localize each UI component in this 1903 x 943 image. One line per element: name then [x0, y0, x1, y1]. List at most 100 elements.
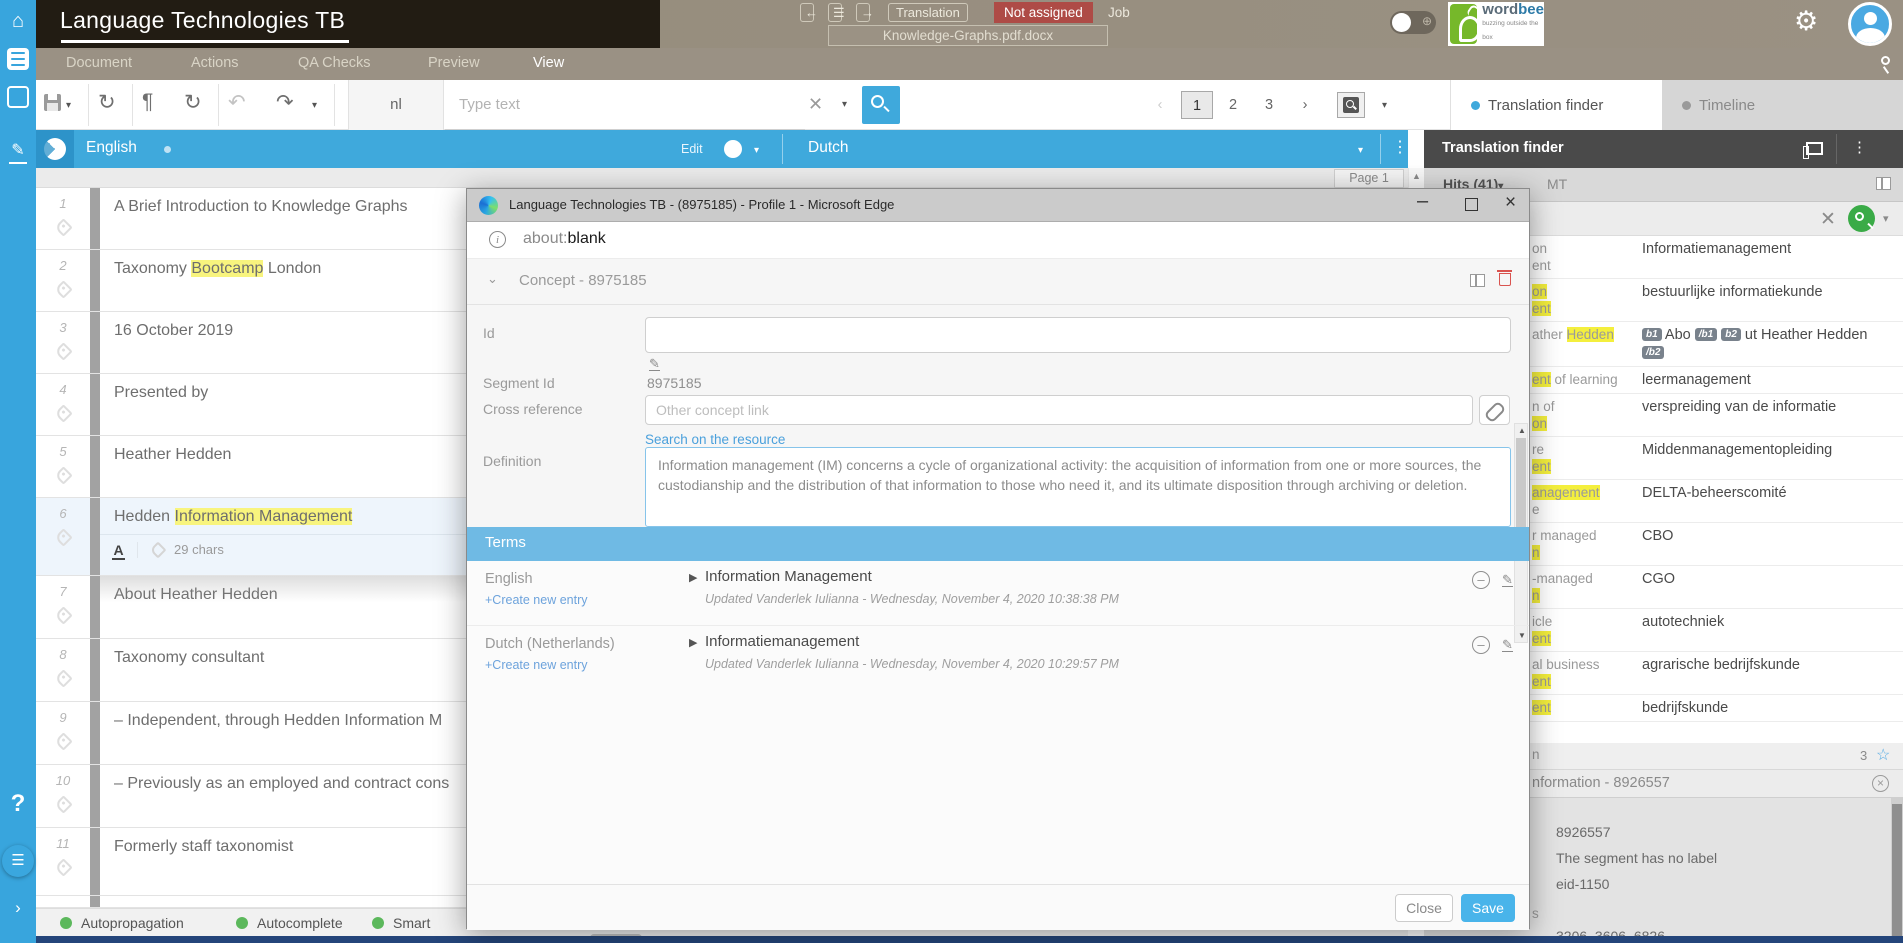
scrollbar-thumb[interactable]	[1516, 438, 1526, 534]
collapse-chevron-icon[interactable]: ⌄	[487, 271, 498, 287]
term-text[interactable]: Information Management	[705, 568, 872, 585]
finder-clear-icon[interactable]: ✕	[1820, 208, 1836, 231]
delete-concept-icon[interactable]	[1499, 273, 1511, 286]
search-resource-link[interactable]: Search on the resource	[645, 432, 785, 447]
menu-view[interactable]: View	[533, 55, 564, 71]
page-prev-button[interactable]: ‹	[1144, 91, 1176, 119]
pin-icon[interactable]	[1881, 56, 1890, 65]
undo-dropdown-caret[interactable]: ▾	[312, 100, 317, 111]
segment-number: 7	[59, 584, 66, 599]
remove-term-icon[interactable]: –	[1472, 571, 1490, 589]
document-list-icon[interactable]	[7, 48, 29, 70]
finder-menu-dots-icon[interactable]: ⋮	[1852, 138, 1867, 156]
search-button[interactable]	[862, 86, 900, 124]
cross-reference-input[interactable]	[645, 395, 1473, 425]
translation-scope-button[interactable]: Translation	[888, 3, 968, 22]
close-window-button[interactable]: ×	[1505, 192, 1516, 214]
nav-back-button[interactable]: ←	[800, 3, 814, 22]
page-indicator[interactable]: Page 1	[1334, 169, 1404, 188]
tab-timeline[interactable]: Timeline	[1662, 80, 1775, 130]
text-format-icon[interactable]: A	[100, 542, 138, 558]
job-label[interactable]: Job	[1108, 5, 1130, 20]
menu-preview[interactable]: Preview	[428, 55, 480, 71]
target-column-caret[interactable]: ▾	[1358, 145, 1363, 156]
menu-qa-checks[interactable]: QA Checks	[298, 55, 371, 71]
tab-translation-finder[interactable]: Translation finder	[1450, 80, 1662, 130]
expand-term-icon[interactable]: ▶	[689, 636, 697, 649]
side-panel-tabs: Translation finder Timeline	[1450, 80, 1903, 130]
target-language-code[interactable]: nl	[348, 80, 444, 130]
clear-search-icon[interactable]: ✕	[808, 94, 823, 115]
page-button-2[interactable]: 2	[1217, 91, 1249, 119]
create-entry-link[interactable]: +Create new entry	[485, 593, 587, 607]
page-next-button[interactable]: ›	[1289, 91, 1321, 119]
save-button[interactable]: Save	[1461, 894, 1515, 922]
edge-window-titlebar[interactable]: Language Technologies TB - (8975185) - P…	[467, 189, 1529, 222]
segment-id-value: 8926557	[1556, 824, 1611, 840]
finder-scrollbar[interactable]	[1891, 798, 1903, 943]
edit-mode-toggle[interactable]	[724, 140, 742, 158]
edit-term-pencil-icon[interactable]: ✎	[1502, 573, 1513, 587]
maximize-button[interactable]	[1465, 198, 1478, 211]
tag-chip: /b2	[1642, 346, 1664, 359]
info-icon[interactable]: i	[489, 231, 506, 248]
close-button[interactable]: Close	[1395, 894, 1453, 922]
edit-term-pencil-icon[interactable]: ✎	[1502, 638, 1513, 652]
search-input[interactable]	[445, 80, 805, 130]
settings-gear-icon[interactable]: ⚙	[1794, 6, 1818, 37]
book-icon[interactable]	[7, 86, 29, 108]
autocomplete-status[interactable]: Autocomplete	[236, 915, 343, 931]
menu-circle-icon[interactable]: ☰	[2, 845, 34, 877]
finder-caret-icon[interactable]: ▾	[1883, 212, 1889, 225]
page-options-caret[interactable]: ▾	[1382, 100, 1387, 111]
remove-term-icon[interactable]: –	[1472, 636, 1490, 654]
scrollbar-thumb[interactable]	[1892, 804, 1902, 943]
reload-segment-icon[interactable]: ↻	[184, 90, 202, 115]
columns-icon[interactable]	[1876, 177, 1891, 190]
autopropagation-status[interactable]: Autopropagation	[60, 915, 184, 931]
not-assigned-badge[interactable]: Not assigned	[994, 2, 1093, 23]
home-icon[interactable]: ⌂	[0, 10, 36, 33]
search-options-caret[interactable]: ▾	[842, 99, 847, 110]
target-language-label: Dutch	[808, 139, 849, 157]
save-dropdown-caret[interactable]: ▾	[66, 100, 71, 111]
minimize-button[interactable]: –	[1417, 190, 1428, 213]
tag-icon[interactable]	[150, 541, 167, 558]
close-info-icon[interactable]: ×	[1872, 775, 1889, 792]
page-search-icon	[1343, 97, 1359, 113]
menu-actions[interactable]: Actions	[191, 55, 239, 71]
view-toggle[interactable]: ⊕	[1390, 11, 1436, 34]
definition-textarea[interactable]: Information management (IM) concerns a c…	[645, 447, 1511, 527]
nav-forward-button[interactable]: →	[856, 3, 870, 22]
term-text[interactable]: Informatiemanagement	[705, 633, 859, 650]
menu-document[interactable]: Document	[66, 55, 132, 71]
redo-icon[interactable]: ↷	[276, 90, 294, 115]
document-filename[interactable]: Knowledge-Graphs.pdf.docx	[828, 25, 1108, 46]
expand-sidebar-icon[interactable]: ›	[0, 898, 36, 918]
finder-search-button[interactable]	[1848, 205, 1875, 232]
paragraph-marks-icon[interactable]: ¶	[142, 90, 153, 114]
edit-id-pencil-icon[interactable]: ✎	[649, 357, 660, 371]
layout-columns-icon[interactable]	[1470, 274, 1485, 287]
smart-status[interactable]: Smart	[372, 915, 430, 931]
search-icon	[871, 95, 884, 108]
create-entry-link[interactable]: +Create new entry	[485, 658, 587, 672]
statistics-button[interactable]	[36, 130, 74, 168]
favorite-star-icon[interactable]: ☆	[1876, 745, 1890, 765]
page-button-3[interactable]: 3	[1253, 91, 1285, 119]
refresh-icon[interactable]: ↻	[98, 90, 116, 115]
user-avatar[interactable]	[1848, 2, 1892, 46]
edit-mode-caret[interactable]: ▾	[754, 145, 759, 156]
expand-term-icon[interactable]: ▶	[689, 571, 697, 584]
undo-icon[interactable]: ↶	[228, 90, 246, 115]
page-button-1[interactable]: 1	[1181, 91, 1213, 119]
page-search-button[interactable]	[1337, 92, 1365, 118]
help-icon[interactable]: ?	[0, 790, 36, 818]
nav-list-button[interactable]: ☰	[828, 3, 842, 22]
edit-pencil-icon[interactable]: ✎	[0, 140, 36, 160]
detach-window-icon[interactable]	[1806, 142, 1823, 155]
link-concept-icon[interactable]	[1479, 395, 1510, 425]
column-menu-dots-icon[interactable]: ⋮	[1392, 137, 1408, 157]
save-icon[interactable]	[44, 94, 61, 111]
id-input[interactable]	[645, 317, 1511, 353]
